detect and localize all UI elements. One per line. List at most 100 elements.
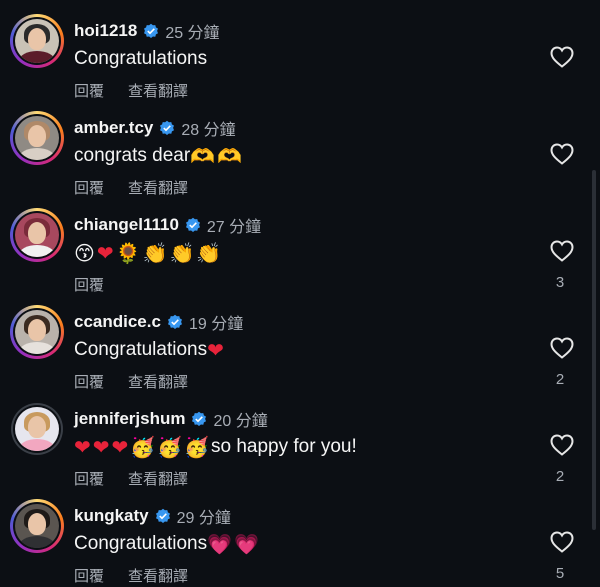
avatar	[15, 213, 59, 257]
emoji: ❤	[96, 241, 114, 265]
like-heart-icon[interactable]	[550, 240, 574, 262]
comment-item: ccandice.c 19 分鐘 Congratulations ❤ 回覆 查看翻譯 2	[0, 291, 600, 391]
see-translation-button[interactable]: 查看翻譯	[128, 565, 188, 586]
avatar-body	[19, 342, 55, 354]
comment-actions: 回覆 查看翻譯	[74, 565, 188, 586]
username[interactable]: chiangel1110	[74, 215, 179, 235]
comment-text: 😙 ❤ 🌻 👏 👏 👏	[74, 242, 223, 264]
comment-header: amber.tcy 28 分鐘	[74, 117, 236, 139]
comment-item: jenniferjshum 20 分鐘 ❤ ❤ ❤ 🥳 🥳 🥳 so happy for you…	[0, 388, 600, 488]
like-heart-icon[interactable]	[550, 531, 574, 553]
emoji: 🌻	[115, 241, 141, 265]
avatar-body	[19, 51, 55, 63]
verified-badge-icon	[159, 120, 175, 136]
comment-item: chiangel1110 27 分鐘 😙 ❤ 🌻 👏 👏 👏 回覆 3	[0, 194, 600, 294]
avatar-story-ring[interactable]	[10, 208, 64, 262]
comment-text: ❤ ❤ ❤ 🥳 🥳 🥳 so happy for you!	[74, 436, 357, 458]
avatar-frame	[13, 211, 61, 259]
avatar-story-ring[interactable]	[10, 111, 64, 165]
username[interactable]: amber.tcy	[74, 118, 153, 138]
verified-badge-icon	[191, 411, 207, 427]
comment-text: congrats dear 🫶 🫶	[74, 145, 244, 167]
comment-text-body: Congratulations	[74, 339, 208, 360]
emoji: ❤	[92, 435, 110, 459]
avatar-story-ring[interactable]	[10, 305, 64, 359]
scrollbar[interactable]	[592, 170, 596, 530]
like-heart-icon[interactable]	[550, 143, 574, 165]
emoji: 🥳	[184, 435, 210, 459]
comment-header: kungkaty 29 分鐘	[74, 505, 231, 527]
comment-text-body: Congratulations	[74, 533, 208, 554]
emoji: 👏	[142, 241, 168, 265]
emoji: ❤	[74, 435, 91, 459]
avatar-face	[28, 222, 46, 244]
like-heart-icon[interactable]	[550, 434, 574, 456]
avatar-body	[19, 439, 55, 451]
like-count: 2	[555, 468, 565, 485]
avatar-body	[19, 148, 55, 160]
username[interactable]: ccandice.c	[74, 312, 161, 332]
emoji: 👏	[196, 241, 222, 265]
avatar-frame	[13, 114, 61, 162]
username[interactable]: kungkaty	[74, 506, 149, 526]
verified-badge-icon	[143, 23, 159, 39]
avatar	[15, 407, 59, 451]
comment-time: 19 分鐘	[188, 316, 244, 333]
comment-header: ccandice.c 19 分鐘	[74, 311, 243, 333]
like-heart-icon[interactable]	[550, 46, 574, 68]
like-count: 3	[555, 274, 565, 291]
username[interactable]: hoi1218	[74, 21, 137, 41]
emoji: 🥳	[130, 435, 156, 459]
avatar	[15, 504, 59, 548]
emoji: ❤	[207, 338, 224, 362]
comment-text: Congratulations ❤	[74, 339, 226, 361]
avatar-story-ring[interactable]	[10, 499, 64, 553]
comment-time: 25 分鐘	[165, 25, 220, 42]
comment-text-body: congrats dear	[74, 145, 191, 166]
avatar-body	[19, 245, 55, 257]
emoji: 🫶	[217, 144, 242, 168]
avatar-story-ring[interactable]	[10, 14, 64, 68]
verified-badge-icon	[167, 314, 183, 330]
like-count: 2	[555, 371, 565, 388]
comment-item: hoi1218 25 分鐘 Congratulations 回覆 查看翻譯	[0, 0, 600, 100]
avatar-face	[28, 125, 46, 147]
comment-text-body: Congratulations	[74, 48, 208, 69]
comment-time: 27 分鐘	[206, 219, 262, 236]
comment-header: jenniferjshum 20 分鐘	[74, 408, 268, 430]
avatar	[15, 19, 59, 63]
emoji: 🥳	[157, 435, 183, 459]
avatar-story-ring[interactable]	[11, 403, 63, 455]
avatar	[15, 310, 59, 354]
like-heart-icon[interactable]	[550, 337, 574, 359]
avatar	[15, 116, 59, 160]
avatar-frame	[13, 502, 61, 550]
comment-item: amber.tcy 28 分鐘 congrats dear 🫶 🫶 回覆 查看翻譯	[0, 97, 600, 197]
emoji: 👏	[169, 241, 195, 265]
comment-header: hoi1218 25 分鐘	[74, 20, 220, 42]
username[interactable]: jenniferjshum	[74, 409, 185, 429]
avatar-body	[19, 536, 55, 548]
emoji: ❤	[111, 435, 129, 459]
like-count: 5	[555, 565, 565, 582]
comment-header: chiangel1110 27 分鐘	[74, 214, 261, 236]
emoji: 😙	[74, 241, 95, 265]
comment-text-body: so happy for you!	[211, 436, 357, 457]
comment-item: kungkaty 29 分鐘 Congratulations 💗 💗 回覆 查看翻譯 5	[0, 485, 600, 585]
reply-button[interactable]: 回覆	[74, 565, 104, 586]
comment-text: Congratulations 💗 💗	[74, 533, 261, 555]
comment-time: 28 分鐘	[181, 122, 236, 139]
emoji: 💗	[207, 532, 232, 556]
avatar-face	[28, 28, 46, 50]
emoji: 💗	[234, 532, 259, 556]
comment-time: 20 分鐘	[213, 413, 268, 430]
comment-text: Congratulations	[74, 48, 207, 70]
emoji: 🫶	[190, 144, 216, 168]
avatar-face	[28, 319, 46, 341]
comment-time: 29 分鐘	[176, 510, 231, 527]
avatar-frame	[13, 308, 61, 356]
avatar-face	[28, 513, 46, 535]
verified-badge-icon	[185, 217, 201, 233]
avatar-face	[28, 416, 46, 438]
avatar-frame	[13, 405, 61, 453]
